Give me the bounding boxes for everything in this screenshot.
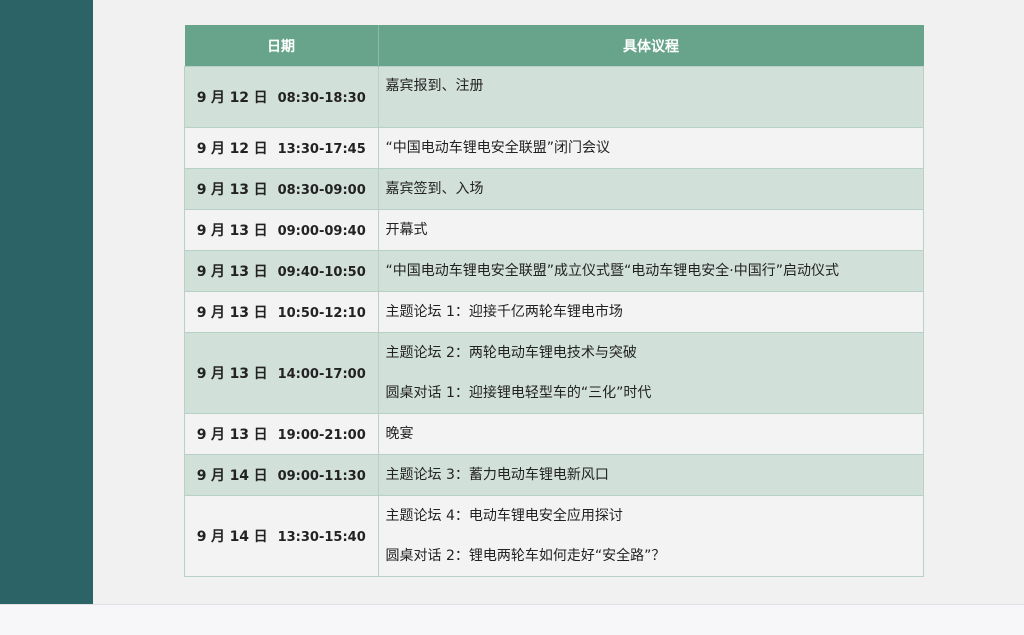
- date-time: 08:30-18:30: [277, 91, 366, 106]
- date-day-unit: 日: [253, 305, 268, 321]
- date-time: 14:00-17:00: [277, 367, 366, 382]
- date-cell: 9 月 13 日 19:00-21:00: [184, 413, 379, 455]
- date-cell: 9 月 14 日 09:00-11:30: [184, 454, 379, 496]
- table-row: 9 月 13 日 19:00-21:00 晚宴: [184, 413, 924, 455]
- agenda-cell: 晚宴: [377, 413, 924, 455]
- agenda-item: 嘉宾签到、入场: [385, 181, 484, 197]
- agenda-item: “中国电动车锂电安全联盟”闭门会议: [385, 140, 611, 156]
- agenda-item: “中国电动车锂电安全联盟”成立仪式暨“电动车锂电安全·中国行”启动仪式: [385, 263, 839, 279]
- agenda-item: 圆桌对话 2：锂电两轮车如何走好“安全路”？: [385, 548, 666, 564]
- bottom-strip: [0, 604, 1024, 635]
- agenda-cell: 嘉宾报到、注册: [377, 66, 924, 128]
- date-day-unit: 日: [253, 223, 268, 239]
- date-month: 9: [196, 223, 207, 239]
- table-row: 9 月 13 日 09:40-10:50 “中国电动车锂电安全联盟”成立仪式暨“电动…: [184, 250, 924, 292]
- date-cell: 9 月 14 日 13:30-15:40: [184, 495, 379, 577]
- table-row: 9 月 13 日 09:00-09:40 开幕式: [184, 209, 924, 251]
- date-month-unit: 月: [211, 468, 226, 484]
- date-time: 09:00-11:30: [277, 469, 366, 484]
- date-month-unit: 月: [211, 141, 226, 157]
- side-panel: [0, 0, 93, 604]
- date-time: 13:30-17:45: [277, 142, 366, 157]
- date-month: 9: [196, 182, 207, 198]
- agenda-cell: 主题论坛 4：电动车锂电安全应用探讨圆桌对话 2：锂电两轮车如何走好“安全路”？: [377, 495, 924, 577]
- date-month: 9: [196, 90, 207, 106]
- table-row: 9 月 12 日 08:30-18:30 嘉宾报到、注册: [184, 66, 924, 128]
- agenda-cell: “中国电动车锂电安全联盟”闭门会议: [377, 127, 924, 169]
- date-day-unit: 日: [253, 529, 268, 545]
- date-day: 12: [229, 141, 250, 157]
- date-day-unit: 日: [253, 182, 268, 198]
- agenda-item: 圆桌对话 1：迎接锂电轻型车的“三化”时代: [385, 385, 652, 401]
- date-month: 9: [196, 305, 207, 321]
- date-month: 9: [196, 264, 207, 280]
- date-day-unit: 日: [253, 366, 268, 382]
- date-time: 10:50-12:10: [277, 306, 366, 321]
- date-cell: 9 月 12 日 08:30-18:30: [184, 66, 379, 128]
- date-month-unit: 月: [211, 264, 226, 280]
- date-month-unit: 月: [211, 223, 226, 239]
- date-day: 13: [229, 427, 250, 443]
- agenda-cell: “中国电动车锂电安全联盟”成立仪式暨“电动车锂电安全·中国行”启动仪式: [377, 250, 924, 292]
- agenda-table: 日期 具体议程 9 月 12 日 08:30-18:30 嘉宾报到、注册 9 月 12…: [184, 25, 924, 577]
- date-month: 9: [196, 427, 207, 443]
- header-date: 日期: [184, 25, 379, 67]
- agenda-item: 开幕式: [385, 222, 428, 238]
- date-cell: 9 月 13 日 09:00-09:40: [184, 209, 379, 251]
- table-header-row: 日期 具体议程: [184, 25, 924, 67]
- table-row: 9 月 14 日 09:00-11:30 主题论坛 3：蓄力电动车锂电新风口: [184, 454, 924, 496]
- date-day: 13: [229, 305, 250, 321]
- date-day-unit: 日: [253, 427, 268, 443]
- date-cell: 9 月 13 日 08:30-09:00: [184, 168, 379, 210]
- agenda-cell: 主题论坛 1：迎接千亿两轮车锂电市场: [377, 291, 924, 333]
- table-row: 9 月 13 日 14:00-17:00 主题论坛 2：两轮电动车锂电技术与突破 圆桌…: [184, 332, 924, 414]
- agenda-item: 嘉宾报到、注册: [385, 78, 484, 94]
- date-time: 09:00-09:40: [277, 224, 366, 239]
- date-time: 19:00-21:00: [277, 428, 366, 443]
- table-row: 9 月 13 日 08:30-09:00 嘉宾签到、入场: [184, 168, 924, 210]
- date-month-unit: 月: [211, 529, 226, 545]
- date-time: 13:30-15:40: [277, 530, 366, 545]
- header-agenda: 具体议程: [378, 25, 924, 67]
- date-day: 13: [229, 223, 250, 239]
- agenda-item: 晚宴: [385, 426, 414, 442]
- date-time: 08:30-09:00: [277, 183, 366, 198]
- date-month-unit: 月: [211, 182, 226, 198]
- date-cell: 9 月 13 日 10:50-12:10: [184, 291, 379, 333]
- date-time: 09:40-10:50: [277, 265, 366, 280]
- agenda-table-body: 9 月 12 日 08:30-18:30 嘉宾报到、注册 9 月 12 日 13:30-…: [184, 66, 924, 577]
- date-day: 14: [229, 529, 250, 545]
- table-row: 9 月 12 日 13:30-17:45 “中国电动车锂电安全联盟”闭门会议: [184, 127, 924, 169]
- date-month-unit: 月: [211, 427, 226, 443]
- date-month: 9: [196, 141, 207, 157]
- date-day: 13: [229, 264, 250, 280]
- agenda-item: 主题论坛 1：迎接千亿两轮车锂电市场: [385, 304, 623, 320]
- agenda-cell: 开幕式: [377, 209, 924, 251]
- date-day: 14: [229, 468, 250, 484]
- agenda-cell: 主题论坛 2：两轮电动车锂电技术与突破 圆桌对话 1：迎接锂电轻型车的“三化”时代: [377, 332, 924, 414]
- table-row: 9 月 13 日 10:50-12:10 主题论坛 1：迎接千亿两轮车锂电市场: [184, 291, 924, 333]
- agenda-cell: 嘉宾签到、入场: [377, 168, 924, 210]
- agenda-cell: 主题论坛 3：蓄力电动车锂电新风口: [377, 454, 924, 496]
- date-day-unit: 日: [253, 90, 268, 106]
- agenda-item: 主题论坛 4：电动车锂电安全应用探讨: [385, 508, 623, 524]
- date-month: 9: [196, 366, 207, 382]
- date-cell: 9 月 12 日 13:30-17:45: [184, 127, 379, 169]
- table-row: 9 月 14 日 13:30-15:40 主题论坛 4：电动车锂电安全应用探讨圆桌对…: [184, 495, 924, 577]
- date-cell: 9 月 13 日 14:00-17:00: [184, 332, 379, 414]
- date-month: 9: [196, 468, 207, 484]
- date-day-unit: 日: [253, 468, 268, 484]
- date-day: 13: [229, 182, 250, 198]
- date-day: 13: [229, 366, 250, 382]
- date-month: 9: [196, 529, 207, 545]
- date-month-unit: 月: [211, 305, 226, 321]
- date-month-unit: 月: [211, 366, 226, 382]
- date-day: 12: [229, 90, 250, 106]
- agenda-item: 主题论坛 3：蓄力电动车锂电新风口: [385, 467, 609, 483]
- agenda-item: 主题论坛 2：两轮电动车锂电技术与突破: [385, 345, 637, 361]
- date-day-unit: 日: [253, 264, 268, 280]
- date-month-unit: 月: [211, 90, 226, 106]
- date-day-unit: 日: [253, 141, 268, 157]
- date-cell: 9 月 13 日 09:40-10:50: [184, 250, 379, 292]
